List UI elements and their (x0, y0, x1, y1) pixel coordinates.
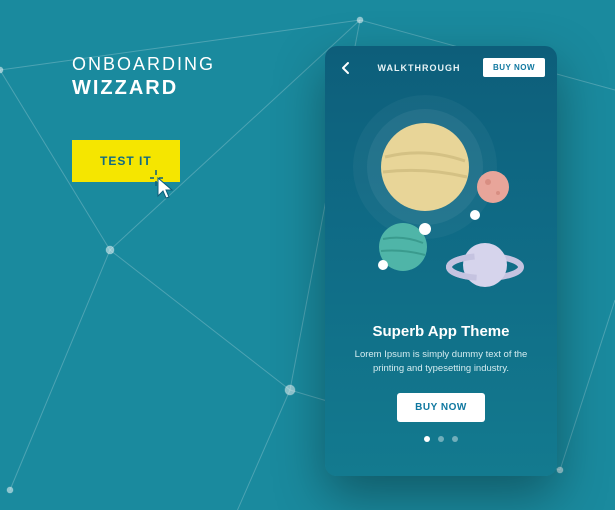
dot-1[interactable] (424, 436, 430, 442)
phone-mockup: WALKTHROUGH BUY NOW (325, 46, 557, 476)
dot-3[interactable] (452, 436, 458, 442)
heading-line1: ONBOARDING (72, 54, 215, 75)
buy-now-top-button[interactable]: BUY NOW (483, 58, 545, 77)
phone-card-title: Superb App Theme (347, 323, 535, 340)
phone-card-text: Superb App Theme Lorem Ipsum is simply d… (325, 317, 557, 377)
phone-header: WALKTHROUGH BUY NOW (325, 46, 557, 77)
pagination-dots (325, 436, 557, 442)
phone-card-desc: Lorem Ipsum is simply dummy text of the … (347, 348, 535, 377)
back-arrow-icon[interactable] (337, 59, 355, 77)
cursor-icon (150, 170, 178, 200)
page-heading: ONBOARDING WIZZARD (72, 54, 215, 100)
heading-line2: WIZZARD (72, 77, 215, 100)
planets-illustration (325, 87, 557, 317)
phone-header-title: WALKTHROUGH (377, 63, 460, 73)
dot-2[interactable] (438, 436, 444, 442)
buy-now-main-button[interactable]: BUY NOW (397, 393, 485, 422)
